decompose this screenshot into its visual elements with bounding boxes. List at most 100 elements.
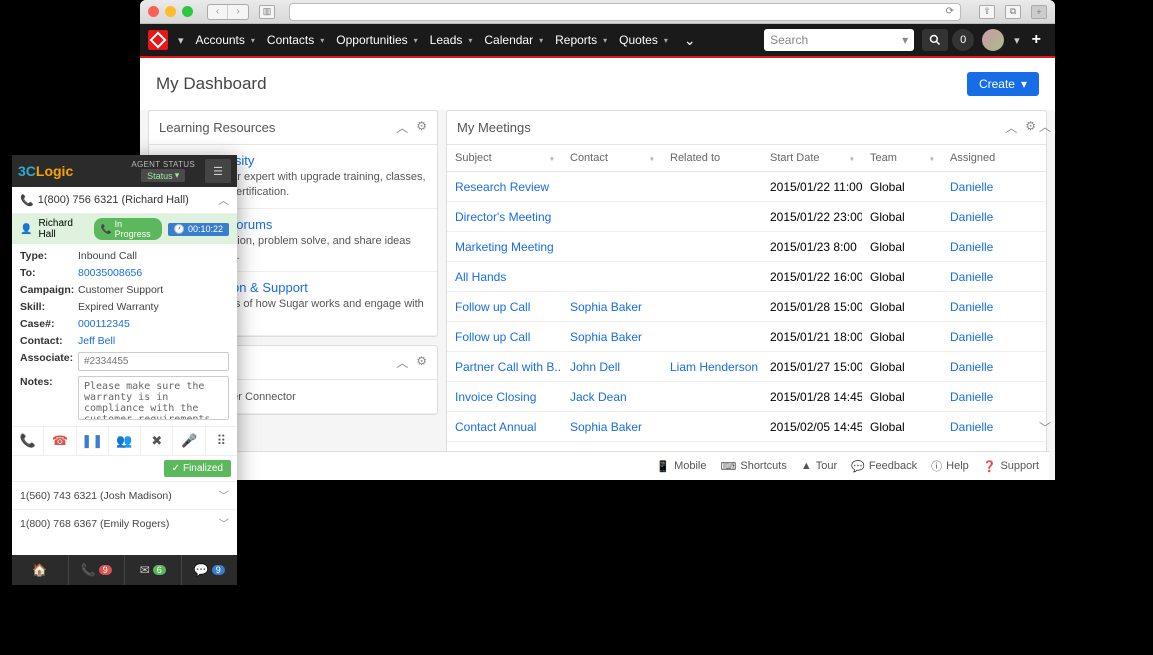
cell-subject[interactable]: Research Review bbox=[447, 173, 562, 201]
to-value[interactable]: 80035008656 bbox=[78, 267, 229, 279]
cell-assigned[interactable]: Danielle bbox=[942, 383, 1002, 411]
transfer-button[interactable]: ✖ bbox=[141, 427, 173, 455]
cell-assigned[interactable]: Danielle bbox=[942, 323, 1002, 351]
col-assigned[interactable]: Assigned bbox=[942, 145, 1002, 171]
table-row[interactable]: Follow up CallSophia Baker2015/01/28 15:… bbox=[447, 292, 1046, 322]
table-row[interactable]: Invoice ClosingJack Dean2015/01/28 14:45… bbox=[447, 382, 1046, 412]
cell-contact[interactable]: Jack Dean bbox=[562, 383, 662, 411]
collapse-icon[interactable]: ︿ bbox=[396, 119, 408, 136]
search-button[interactable] bbox=[922, 29, 948, 51]
table-row[interactable]: Follow up CallSophia Baker2015/01/21 18:… bbox=[447, 322, 1046, 352]
conference-button[interactable]: 👥 bbox=[109, 427, 141, 455]
nav-item-quotes[interactable]: Quotes▾ bbox=[613, 33, 674, 47]
associate-input[interactable] bbox=[78, 352, 229, 371]
cell-subject[interactable]: Invoice Closing bbox=[447, 383, 562, 411]
share-icon[interactable]: ⇪ bbox=[979, 5, 995, 19]
cell-contact[interactable]: Sophia Baker bbox=[562, 293, 662, 321]
cell-assigned[interactable]: Danielle bbox=[942, 413, 1002, 441]
search-caret-icon[interactable]: ▾ bbox=[902, 33, 908, 47]
address-bar[interactable]: ⟳ bbox=[289, 3, 961, 21]
cell-related[interactable] bbox=[662, 270, 762, 284]
agent-status-dropdown[interactable]: Status ▾ bbox=[141, 169, 185, 182]
answer-button[interactable]: 📞 bbox=[12, 427, 44, 455]
cell-subject[interactable]: Contact Annual bbox=[447, 413, 562, 441]
cell-assigned[interactable]: Danielle bbox=[942, 293, 1002, 321]
table-row[interactable]: Director's Meeting2015/01/22 23:00Global… bbox=[447, 202, 1046, 232]
table-row[interactable]: Marketing Meeting2015/01/23 8:00GlobalDa… bbox=[447, 232, 1046, 262]
new-tab-icon[interactable]: + bbox=[1031, 5, 1047, 19]
nav-item-opportunities[interactable]: Opportunities▾ bbox=[330, 33, 423, 47]
case-value[interactable]: 000112345 bbox=[78, 318, 229, 330]
hangup-button[interactable]: ☎ bbox=[44, 427, 76, 455]
cell-subject[interactable]: Follow up Call bbox=[447, 323, 562, 351]
create-button[interactable]: Create ▾ bbox=[967, 72, 1039, 96]
nav-item-calendar[interactable]: Calendar▾ bbox=[478, 33, 549, 47]
cell-subject[interactable]: Follow up Call bbox=[447, 293, 562, 321]
close-window-icon[interactable] bbox=[148, 6, 159, 17]
cell-contact[interactable]: Sophia Baker bbox=[562, 413, 662, 441]
notification-count[interactable]: 0 bbox=[952, 29, 974, 51]
cell-contact[interactable] bbox=[562, 270, 662, 284]
active-call-header[interactable]: 📞 1(800) 756 6321 (Richard Hall) ︿ bbox=[12, 187, 237, 214]
finalized-badge[interactable]: ✓ Finalized bbox=[164, 460, 231, 477]
calls-tab[interactable]: 📞9 bbox=[69, 555, 126, 585]
footer-tour[interactable]: ▲ Tour bbox=[801, 458, 837, 474]
scroll-up-icon[interactable]: ︿ bbox=[1039, 118, 1053, 135]
collapse-icon[interactable]: ︿ bbox=[396, 354, 408, 371]
cell-contact[interactable] bbox=[562, 210, 662, 224]
cell-subject[interactable]: Director's Meeting bbox=[447, 203, 562, 231]
footer-feedback[interactable]: 💬 Feedback bbox=[851, 458, 917, 474]
dialpad-button[interactable]: ⠿ bbox=[206, 427, 237, 455]
logo-dropdown-icon[interactable]: ▾ bbox=[176, 34, 186, 47]
gear-icon[interactable]: ⚙ bbox=[416, 354, 427, 371]
zoom-window-icon[interactable] bbox=[182, 6, 193, 17]
nav-item-leads[interactable]: Leads▾ bbox=[424, 33, 479, 47]
mute-button[interactable]: 🎤 bbox=[173, 427, 205, 455]
cell-related[interactable] bbox=[662, 330, 762, 344]
gear-icon[interactable]: ⚙ bbox=[416, 119, 427, 136]
home-tab[interactable]: 🏠 bbox=[12, 555, 69, 585]
back-icon[interactable]: ‹ bbox=[208, 5, 228, 19]
col-related[interactable]: Related to bbox=[662, 145, 762, 171]
nav-more-icon[interactable]: ⌄ bbox=[678, 32, 702, 49]
cell-related[interactable] bbox=[662, 210, 762, 224]
cell-subject[interactable]: Marketing Meeting bbox=[447, 233, 562, 261]
cell-related[interactable] bbox=[662, 240, 762, 254]
cell-related[interactable] bbox=[662, 420, 762, 434]
table-row[interactable]: All Hands2015/01/22 16:00GlobalDanielle bbox=[447, 262, 1046, 292]
queued-call[interactable]: 1(560) 743 6321 (Josh Madison)﹀ bbox=[12, 481, 237, 509]
cell-assigned[interactable]: Danielle bbox=[942, 263, 1002, 291]
cell-subject[interactable]: All Hands bbox=[447, 263, 562, 291]
tabs-icon[interactable]: ⧉ bbox=[1005, 5, 1021, 19]
table-row[interactable]: Research Review2015/01/22 11:00GlobalDan… bbox=[447, 172, 1046, 202]
global-search-input[interactable]: Search ▾ bbox=[764, 29, 914, 51]
footer-support[interactable]: ❓ Support bbox=[983, 458, 1039, 474]
chat-tab[interactable]: 💬9 bbox=[182, 555, 238, 585]
cell-contact[interactable] bbox=[562, 240, 662, 254]
cell-contact[interactable] bbox=[562, 180, 662, 194]
col-subject[interactable]: Subject♦ bbox=[447, 145, 562, 171]
hamburger-icon[interactable]: ☰ bbox=[205, 159, 231, 183]
cell-assigned[interactable]: Danielle bbox=[942, 233, 1002, 261]
table-row[interactable]: Contact AnnualSophia Baker2015/02/05 14:… bbox=[447, 412, 1046, 442]
queued-call[interactable]: 1(800) 768 6367 (Emily Rogers)﹀ bbox=[12, 509, 237, 537]
refresh-icon[interactable]: ⟳ bbox=[946, 6, 954, 17]
cell-contact[interactable]: Sophia Baker bbox=[562, 323, 662, 351]
cell-related[interactable]: Liam Henderson bbox=[662, 353, 762, 381]
cell-related[interactable] bbox=[662, 390, 762, 404]
collapse-icon[interactable]: ︿ bbox=[1005, 119, 1017, 136]
cell-related[interactable] bbox=[662, 300, 762, 314]
cell-assigned[interactable]: Danielle bbox=[942, 353, 1002, 381]
mail-tab[interactable]: ✉6 bbox=[125, 555, 182, 585]
cell-assigned[interactable]: Danielle bbox=[942, 173, 1002, 201]
nav-item-reports[interactable]: Reports▾ bbox=[549, 33, 613, 47]
minimize-window-icon[interactable] bbox=[165, 6, 176, 17]
hold-button[interactable]: ❚❚ bbox=[77, 427, 109, 455]
user-caret-icon[interactable]: ▾ bbox=[1012, 34, 1022, 47]
nav-item-contacts[interactable]: Contacts▾ bbox=[261, 33, 330, 47]
table-row[interactable]: Partner Call with B...John DellLiam Hend… bbox=[447, 352, 1046, 382]
contact-value[interactable]: Jeff Bell bbox=[78, 335, 229, 347]
footer-mobile[interactable]: 📱 Mobile bbox=[656, 458, 706, 474]
forward-icon[interactable]: › bbox=[228, 5, 248, 19]
col-team[interactable]: Team♦ bbox=[862, 145, 942, 171]
